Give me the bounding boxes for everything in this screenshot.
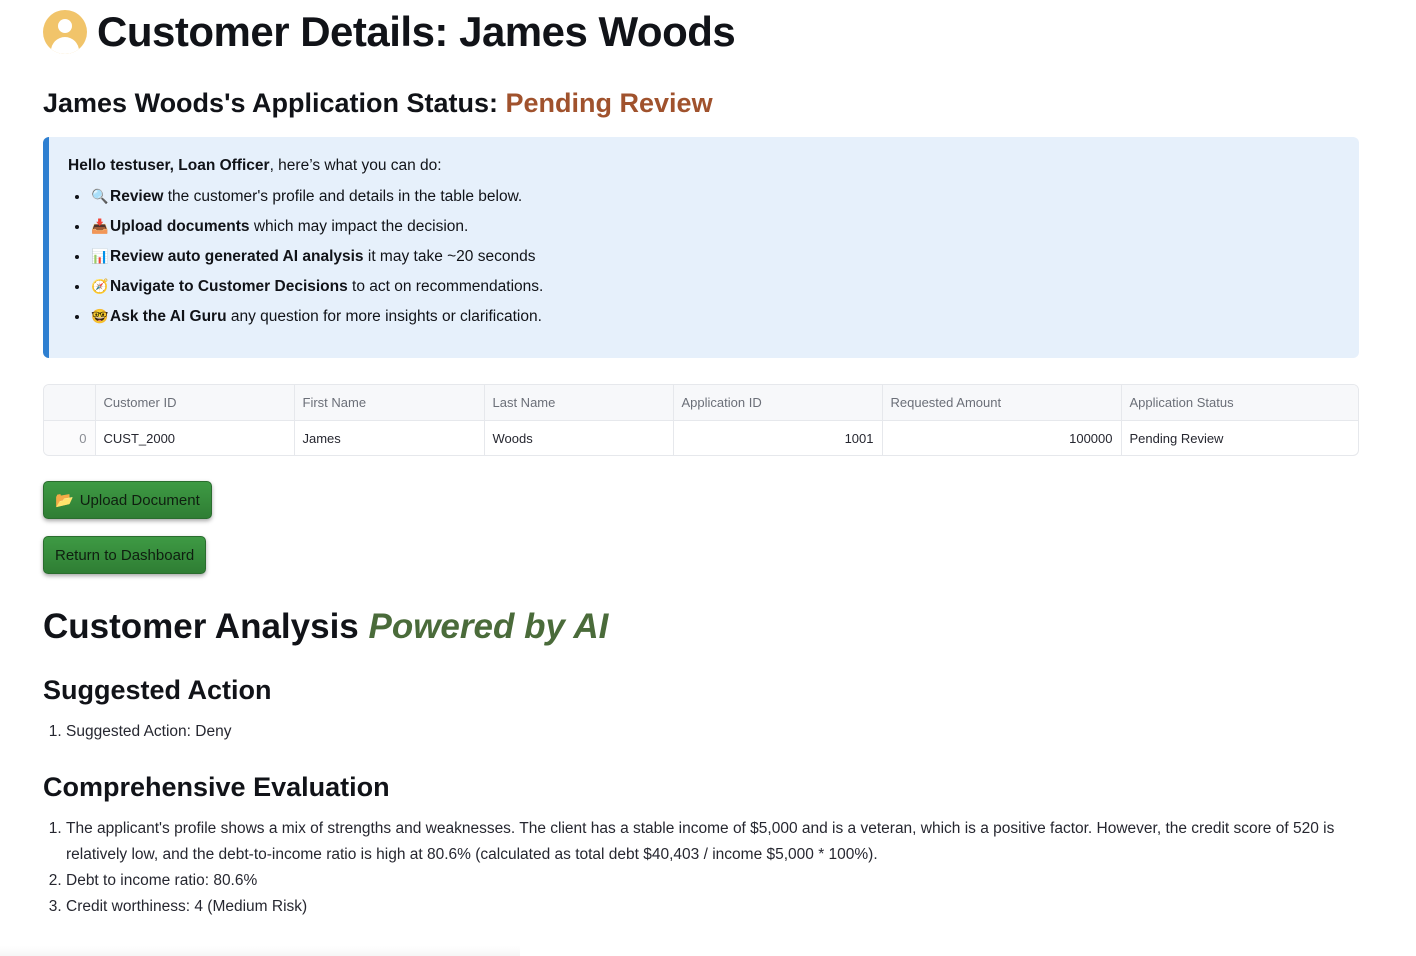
column-header-index[interactable] — [44, 385, 96, 421]
suggested-action-heading: Suggested Action — [43, 675, 272, 705]
info-item: 🔍Review the customer's profile and detai… — [90, 185, 1339, 208]
title-row: Customer Details: James Woods — [43, 0, 1359, 64]
info-item-text: any question for more insights or clarif… — [226, 308, 542, 325]
inbox-tray-icon: 📥 — [91, 218, 109, 234]
bar-chart-icon: 📊 — [91, 248, 109, 264]
cell-first-name[interactable]: James — [294, 420, 485, 455]
list-item: Suggested Action: Deny — [66, 719, 1359, 745]
list-item: Debt to income ratio: 80.6% — [66, 868, 1359, 894]
column-header-customer-id[interactable]: Customer ID — [95, 385, 295, 421]
column-header-requested-amount[interactable]: Requested Amount — [882, 385, 1122, 421]
customer-details-page: Customer Details: James Woods James Wood… — [0, 0, 1416, 956]
row-index[interactable]: 0 — [44, 420, 96, 455]
nerd-face-icon: 🤓 — [91, 308, 109, 324]
info-item-bold: Navigate to Customer Decisions — [110, 278, 348, 295]
status-label: James Woods's Application Status: — [43, 88, 506, 118]
info-item: 🧭Navigate to Customer Decisions to act o… — [90, 275, 1339, 298]
list-item: Credit worthiness: 4 (Medium Risk) — [66, 894, 1359, 920]
return-to-dashboard-button[interactable]: Return to Dashboard — [43, 536, 207, 574]
info-item-text: which may impact the decision. — [249, 218, 469, 235]
folder-icon: 📂 — [55, 492, 74, 509]
info-item-bold: Upload documents — [110, 218, 250, 235]
greeting-rest: , here’s what you can do: — [269, 157, 442, 174]
status-value: Pending Review — [505, 88, 713, 118]
magnifier-icon: 🔍 — [91, 188, 109, 204]
analysis-title: Customer Analysis — [43, 607, 369, 646]
info-item: 📥Upload documents which may impact the d… — [90, 215, 1339, 238]
info-item-bold: Ask the AI Guru — [110, 308, 227, 325]
cell-requested-amount[interactable]: 100000 — [882, 420, 1122, 455]
table-header-row: Customer ID First Name Last Name Applica… — [44, 385, 1358, 421]
powered-by-ai: Powered by AI — [368, 607, 609, 646]
info-item-text: it may take ~20 seconds — [363, 248, 536, 265]
scroll-fade — [0, 946, 520, 956]
info-item-bold: Review auto generated AI analysis — [110, 248, 364, 265]
list-item: The applicant's profile shows a mix of s… — [66, 816, 1359, 868]
cell-application-status[interactable]: Pending Review — [1121, 421, 1358, 456]
upload-document-button[interactable]: 📂 Upload Document — [43, 481, 212, 519]
upload-document-label: Upload Document — [79, 491, 200, 509]
column-header-application-id[interactable]: Application ID — [673, 385, 883, 421]
info-item: 📊Review auto generated AI analysis it ma… — [90, 245, 1339, 268]
info-item: 🤓Ask the AI Guru any question for more i… — [90, 305, 1339, 328]
column-header-first-name[interactable]: First Name — [294, 385, 485, 421]
table-row: 0 CUST_2000 James Woods 1001 100000 Pend… — [44, 420, 1358, 456]
info-callout: Hello testuser, Loan Officer, here’s wha… — [43, 137, 1359, 358]
greeting-bold: Hello testuser, Loan Officer — [68, 157, 270, 174]
comprehensive-evaluation-heading: Comprehensive Evaluation — [43, 772, 390, 802]
column-header-application-status[interactable]: Application Status — [1121, 385, 1358, 421]
customer-analysis-heading: Customer Analysis Powered by AI — [43, 606, 1359, 648]
customer-data-table[interactable]: Customer ID First Name Last Name Applica… — [43, 384, 1359, 456]
application-status-heading: James Woods's Application Status: Pendin… — [43, 86, 1359, 120]
user-avatar-icon — [43, 10, 87, 54]
cell-customer-id[interactable]: CUST_2000 — [95, 420, 295, 455]
evaluation-list: The applicant's profile shows a mix of s… — [43, 816, 1359, 920]
column-header-last-name[interactable]: Last Name — [484, 385, 674, 421]
cell-last-name[interactable]: Woods — [484, 420, 674, 455]
info-greeting: Hello testuser, Loan Officer, here’s wha… — [68, 155, 1339, 177]
compass-icon: 🧭 — [91, 278, 109, 294]
info-item-text: the customer's profile and details in th… — [163, 188, 523, 205]
info-item-bold: Review — [110, 188, 164, 205]
cell-application-id[interactable]: 1001 — [673, 420, 883, 455]
page-title: Customer Details: James Woods — [97, 8, 736, 55]
info-list: 🔍Review the customer's profile and detai… — [68, 185, 1339, 328]
suggested-action-list: Suggested Action: Deny — [43, 719, 1359, 745]
info-item-text: to act on recommendations. — [347, 278, 544, 295]
